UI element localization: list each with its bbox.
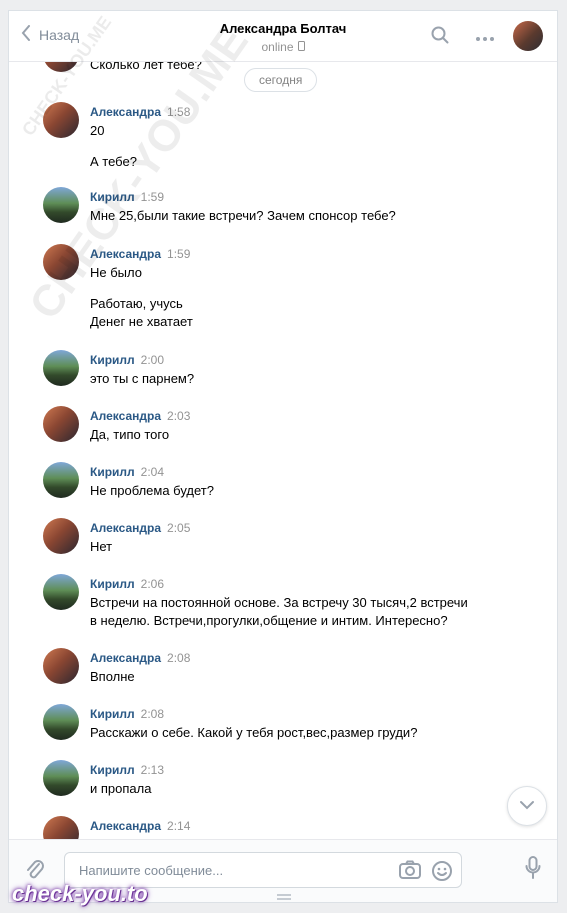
message-list[interactable]: Сколько лет тебе? сегодня Александра 1:58… — [9, 62, 557, 842]
author-name[interactable]: Александра — [90, 409, 161, 423]
message-time[interactable]: 2:03 — [167, 409, 190, 423]
avatar[interactable] — [43, 574, 79, 610]
author-name[interactable]: Александра — [90, 819, 161, 833]
avatar[interactable] — [43, 406, 79, 442]
mobile-icon — [297, 40, 305, 54]
message-time[interactable]: 2:13 — [141, 763, 164, 777]
chat-window: Назад Александра Болтач online Сколько л… — [8, 10, 558, 903]
message-time[interactable]: 2:08 — [167, 651, 190, 665]
emoji-icon[interactable] — [431, 860, 453, 887]
message-header: Кирилл 2:04 — [90, 465, 164, 479]
message-text: Работаю, учусь Денег не хватает — [90, 296, 193, 329]
chat-header: Назад Александра Болтач online — [9, 11, 557, 62]
avatar[interactable] — [43, 244, 79, 280]
message-header: Кирилл 2:13 — [90, 763, 164, 777]
message-header: Александра 2:08 — [90, 651, 190, 665]
author-name[interactable]: Александра — [90, 247, 161, 261]
message-text: Не проблема будет? — [90, 483, 214, 498]
avatar[interactable] — [43, 518, 79, 554]
author-name[interactable]: Кирилл — [90, 465, 135, 479]
message-text: Не было — [90, 265, 142, 280]
avatar[interactable] — [43, 187, 79, 223]
message-text: Расскажи о себе. Какой у тебя рост,вес,р… — [90, 725, 418, 740]
avatar[interactable] — [43, 102, 79, 138]
message-text: Сколько лет тебе? — [90, 62, 202, 72]
header-actions — [431, 26, 495, 49]
author-name[interactable]: Кирилл — [90, 190, 135, 204]
message-header: Александра 1:58 — [90, 105, 190, 119]
more-icon[interactable] — [475, 29, 495, 47]
message-time[interactable]: 2:14 — [167, 819, 190, 833]
header-avatar[interactable] — [513, 21, 543, 51]
message-header: Кирилл 2:00 — [90, 353, 164, 367]
message-text: Нет — [90, 539, 113, 554]
message-time[interactable]: 2:04 — [141, 465, 164, 479]
message-header: Кирилл 1:59 — [90, 190, 164, 204]
message-text: и пропала — [90, 781, 152, 796]
message-time[interactable]: 1:59 — [141, 190, 164, 204]
scroll-down-button[interactable] — [507, 786, 547, 826]
author-name[interactable]: Кирилл — [90, 763, 135, 777]
message-header: Александра 2:05 — [90, 521, 190, 535]
avatar[interactable] — [43, 760, 79, 796]
message-text: Да, типо того — [90, 427, 170, 442]
resize-handle[interactable] — [277, 894, 291, 900]
avatar[interactable] — [43, 704, 79, 740]
watermark-badge: check-you.to — [12, 881, 148, 906]
message-time[interactable]: 2:05 — [167, 521, 190, 535]
message-header: Кирилл 2:06 — [90, 577, 164, 591]
camera-icon[interactable] — [399, 860, 421, 885]
message-header: Кирилл 2:08 — [90, 707, 164, 721]
message-time[interactable]: 1:58 — [167, 105, 190, 119]
author-name[interactable]: Александра — [90, 521, 161, 535]
avatar[interactable] — [43, 62, 79, 72]
message-text: это ты с парнем? — [90, 371, 195, 386]
author-name[interactable]: Александра — [90, 651, 161, 665]
search-icon[interactable] — [431, 26, 449, 49]
avatar[interactable] — [43, 462, 79, 498]
message-input[interactable] — [77, 862, 401, 879]
chevron-down-icon — [519, 797, 535, 815]
author-name[interactable]: Кирилл — [90, 353, 135, 367]
message-text: Мне 25,были такие встречи? Зачем спонсор… — [90, 208, 396, 223]
message-time[interactable]: 1:59 — [167, 247, 190, 261]
message-text: Вполне — [90, 669, 135, 684]
author-name[interactable]: Кирилл — [90, 707, 135, 721]
microphone-icon[interactable] — [525, 856, 541, 885]
avatar[interactable] — [43, 350, 79, 386]
status-text: online — [261, 40, 294, 54]
author-name[interactable]: Александра — [90, 105, 161, 119]
message-text: 20 — [90, 123, 105, 138]
message-time[interactable]: 2:08 — [141, 707, 164, 721]
message-time[interactable]: 2:06 — [141, 577, 164, 591]
message-time[interactable]: 2:00 — [141, 353, 164, 367]
message-header: Александра 2:14 — [90, 819, 190, 833]
message-header: Александра 1:59 — [90, 247, 190, 261]
author-name[interactable]: Кирилл — [90, 577, 135, 591]
message-header: Александра 2:03 — [90, 409, 190, 423]
message-text: Встречи на постоянной основе. За встречу… — [90, 595, 468, 628]
avatar[interactable] — [43, 648, 79, 684]
day-separator: сегодня — [244, 68, 318, 92]
message-text: А тебе? — [90, 154, 137, 169]
